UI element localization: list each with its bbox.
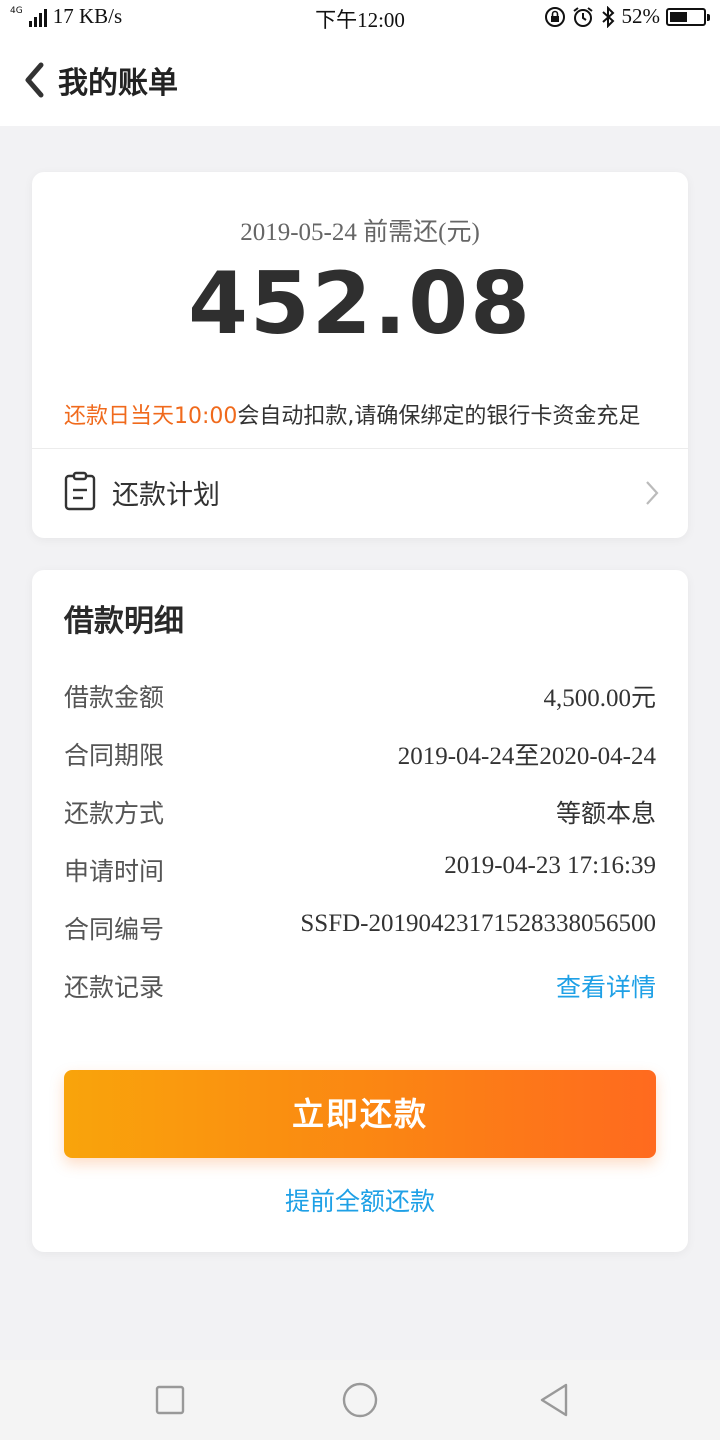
detail-row-loan-amount: 借款金额 4,500.00元 (64, 678, 656, 718)
status-bar: 4G 17 KB/s 下午12:00 52% (0, 0, 720, 34)
detail-row-repayment-method: 还款方式 等额本息 (64, 794, 656, 834)
loan-detail-card: 借款明细 借款金额 4,500.00元 合同期限 2019-04-24至2020… (32, 570, 688, 1252)
rotation-lock-icon (544, 6, 565, 27)
clipboard-icon (64, 471, 96, 511)
detail-value: 等额本息 (555, 799, 656, 828)
detail-row-contract-number: 合同编号 SSFD-20190423171528338056500 (64, 910, 656, 950)
notice-highlight: 还款日当天10:00 (64, 404, 238, 429)
page-title: 我的账单 (58, 66, 178, 101)
status-right: 52% (544, 4, 710, 29)
detail-key: 合同期限 (64, 741, 165, 770)
battery-fill (670, 11, 687, 22)
detail-value: 2019-04-24至2020-04-24 (397, 743, 656, 770)
due-date-label: 2019-05-24 前需还(元) (240, 219, 480, 246)
loan-detail-title: 借款明细 (64, 604, 184, 639)
detail-key: 还款方式 (64, 799, 165, 828)
detail-key: 借款金额 (64, 683, 165, 712)
battery-percent: 52% (621, 4, 661, 28)
auto-debit-notice: 还款日当天10:00会自动扣款,请确保绑定的银行卡资金充足 (64, 398, 640, 430)
detail-value: 2019-04-23 17:16:39 (444, 852, 656, 879)
repayment-plan-label: 还款计划 (112, 480, 220, 511)
system-nav-bar (0, 1360, 720, 1440)
alarm-icon (572, 6, 593, 27)
triangle-back-icon (540, 1383, 568, 1417)
detail-key: 申请时间 (64, 857, 165, 886)
system-back-button[interactable] (534, 1380, 574, 1420)
bluetooth-icon (601, 5, 614, 28)
repayment-plan-row[interactable]: 还款计划 (32, 449, 688, 538)
detail-row-contract-term: 合同期限 2019-04-24至2020-04-24 (64, 736, 656, 776)
detail-key: 合同编号 (64, 915, 165, 944)
nav-bar: 我的账单 (0, 34, 720, 126)
battery-icon (666, 7, 710, 26)
circle-icon (342, 1382, 378, 1418)
detail-row-apply-time: 申请时间 2019-04-23 17:16:39 (64, 852, 656, 892)
due-card: 2019-05-24 前需还(元) 452.08 还款日当天10:00会自动扣款… (32, 172, 688, 538)
recent-apps-button[interactable] (150, 1380, 190, 1420)
detail-row-repayment-record: 还款记录 查看详情 (64, 968, 656, 1008)
notice-text: 会自动扣款,请确保绑定的银行卡资金充足 (237, 404, 641, 429)
home-button[interactable] (340, 1380, 380, 1420)
back-button[interactable] (16, 60, 52, 100)
due-amount: 452.08 (188, 254, 532, 354)
detail-value: SSFD-20190423171528338056500 (300, 910, 656, 937)
prepay-full-link[interactable]: 提前全额还款 (32, 1182, 688, 1218)
square-icon (155, 1385, 185, 1415)
repay-now-button[interactable]: 立即还款 (64, 1070, 656, 1158)
chevron-right-icon (646, 481, 659, 505)
detail-key: 还款记录 (64, 973, 165, 1002)
detail-value: 4,500.00元 (543, 685, 656, 712)
back-arrow-icon (25, 62, 44, 98)
view-details-link[interactable]: 查看详情 (556, 968, 656, 1004)
